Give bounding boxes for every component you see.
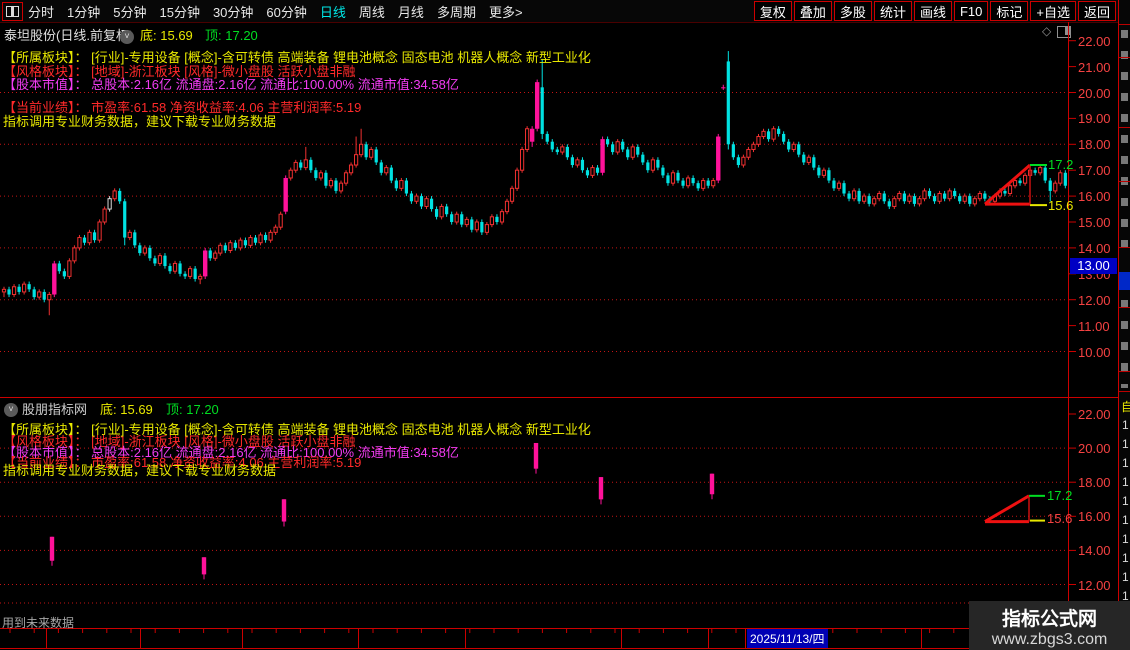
strip-separator: [1119, 371, 1130, 372]
y-tick-sub-16: 16.00: [1078, 509, 1111, 525]
y-tick-main-17: 17.00: [1078, 163, 1111, 179]
info-line-2: 【股本市值】： 总股本:2.16亿 流通盘:2.16亿 流通比:100.00% …: [3, 77, 459, 92]
date-axis[interactable]: 2025年 56789101121: [0, 629, 1118, 648]
strip-quote-digit: 1: [1122, 551, 1129, 565]
info-line-4: 指标调用专业财务数据，建议下载专业财务数据: [3, 463, 277, 478]
strip-separator: [1119, 181, 1130, 182]
main-triangle-low-label: 15.6: [1048, 198, 1074, 213]
main-triangle-high-label: 17.2: [1048, 157, 1074, 172]
y-tick-main-15: 15.00: [1078, 215, 1111, 230]
selected-date-chip: 2025/11/13/四: [747, 629, 828, 648]
strip-separator: [1119, 247, 1130, 248]
strip-quote-digit: 1: [1122, 570, 1129, 584]
y-tick-sub-12: 12.00: [1078, 577, 1111, 593]
strip-separator: [1119, 127, 1130, 128]
y-tick-sub-18: 18.00: [1078, 475, 1111, 491]
strip-separator: [1119, 57, 1130, 58]
y-tick-main-21: 21.00: [1078, 59, 1111, 75]
strip-separator: [1119, 24, 1130, 25]
y-tick-main-10: 10.00: [1078, 344, 1111, 360]
y-tick-sub-14: 14.00: [1078, 543, 1111, 559]
clipped-sidebar-text: [1121, 300, 1128, 388]
strip-quote-digit: 1: [1122, 475, 1129, 489]
trading-app-window: 分时 1分钟 5分钟 15分钟 30分钟 60分钟 日线 周线 月线 多周期 更多> 复权 叠加 多股统…: [0, 0, 1130, 650]
sidebar-selected-item[interactable]: [1119, 272, 1130, 290]
clipped-sidebar-text: [1121, 30, 1128, 260]
strip-separator: [1119, 391, 1130, 392]
y-tick-main-19: 19.00: [1078, 111, 1111, 127]
y-tick-sub-20: 20.00: [1078, 441, 1111, 457]
y-tick-main-11: 11.00: [1078, 318, 1110, 334]
sidebar-tab-self[interactable]: 自: [1121, 398, 1130, 415]
right-sidebar-strip[interactable]: 自 1111111111: [1118, 0, 1130, 650]
info-line-4: 指标调用专业财务数据，建议下载专业财务数据: [3, 114, 277, 129]
watermark-url: www.zbgs3.com: [991, 631, 1108, 648]
sub-triangle-low-label: 15.6: [1047, 511, 1073, 526]
strip-quote-digit: 1: [1122, 437, 1129, 451]
y-tick-sub-22: 22.00: [1078, 407, 1111, 422]
y-tick-main-22: 22.00: [1078, 33, 1111, 49]
y-tick-main-16: 16.00: [1078, 189, 1111, 205]
strip-quote-digit: 1: [1122, 513, 1129, 527]
y-tick-main-14: 14.00: [1078, 240, 1111, 256]
strip-quote-digit: 1: [1122, 532, 1129, 546]
y-tick-main-20: 20.00: [1078, 85, 1111, 101]
y-tick-main-18: 18.00: [1078, 137, 1111, 153]
watermark-site-name: 指标公式网: [1001, 609, 1097, 630]
strip-quote-digit: 1: [1122, 456, 1129, 470]
strip-quote-digit: 1: [1122, 418, 1129, 432]
cursor-price-tag: 13.00: [1070, 258, 1117, 274]
y-tick-main-12: 12.00: [1078, 292, 1111, 308]
strip-quote-digit: 1: [1122, 494, 1129, 508]
strip-separator: [1119, 307, 1130, 308]
sub-triangle-high-label: 17.2: [1047, 488, 1073, 503]
watermark: 指标公式网 www.zbgs3.com: [969, 601, 1130, 650]
